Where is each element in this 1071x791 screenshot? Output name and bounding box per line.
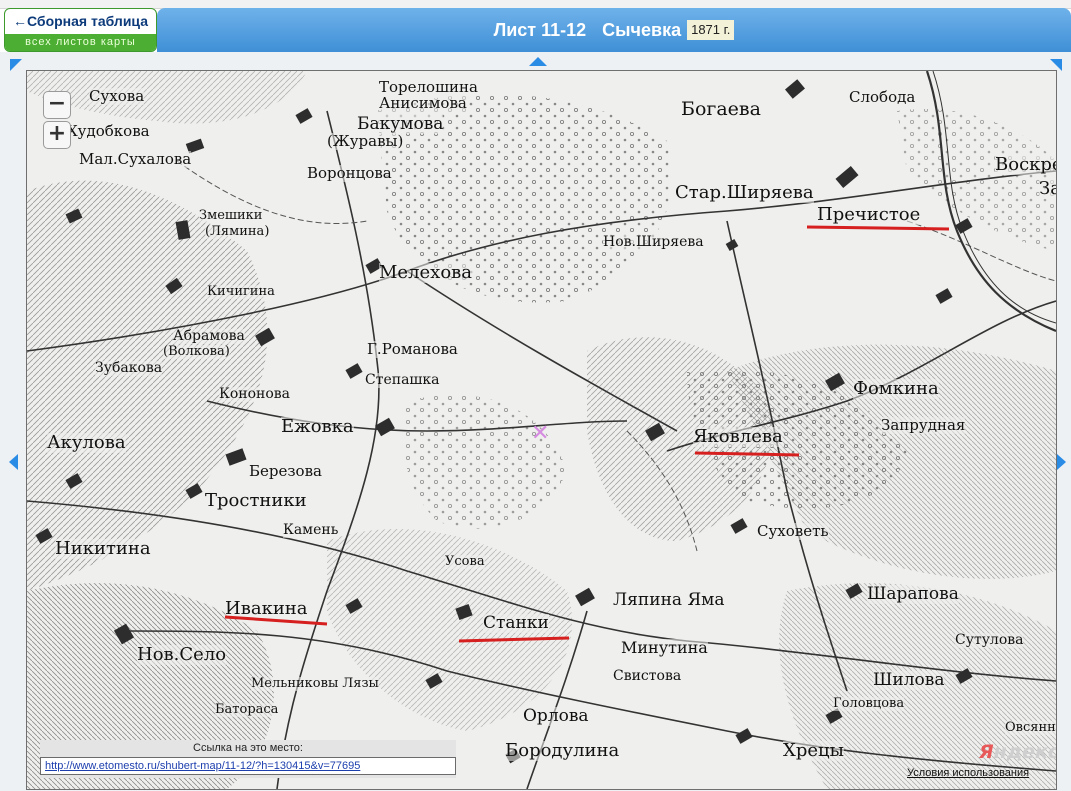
underline-prechistoe (806, 225, 950, 231)
underline-ivakina (224, 615, 328, 626)
underline-yakovleva (694, 451, 800, 457)
permalink-panel: Ссылка на это место: http://www.etomesto… (40, 740, 456, 778)
historical-map-viewport[interactable]: Торелошина Анисимова Бакумова (Журавы) Сухов… (26, 70, 1057, 790)
summary-table-label: ←Сборная таблица (13, 13, 148, 29)
summary-table-sublabel: всех листов карты (5, 34, 156, 51)
permalink-url-field[interactable]: http://www.etomesto.ru/shubert-map/11-12… (40, 757, 456, 775)
underline-stanki (458, 636, 570, 643)
permalink-label: Ссылка на это место: (193, 742, 303, 754)
sheet-header: Лист 11-12 Сычевка 1871 г. (157, 8, 1071, 52)
pan-west-arrow-icon[interactable] (9, 454, 18, 470)
pan-north-arrow-icon[interactable] (529, 57, 547, 66)
location-marker-icon: ✕ (531, 421, 550, 446)
yandex-logo: Яндекс (979, 741, 1057, 763)
sheet-place: Сычевка (602, 20, 682, 40)
summary-table-button[interactable]: ←Сборная таблица всех листов карты (4, 8, 157, 52)
sheet-year-badge: 1871 г. (687, 20, 735, 40)
pan-northwest-arrow-icon[interactable] (10, 59, 22, 71)
zoom-in-button[interactable]: + (43, 121, 71, 149)
zoom-out-button[interactable]: − (43, 91, 71, 119)
sheet-number: Лист 11-12 (493, 20, 587, 40)
pan-east-arrow-icon[interactable] (1057, 454, 1066, 470)
sheet-title: Лист 11-12 Сычевка 1871 г. (157, 8, 1071, 52)
terms-of-use-link[interactable]: Условия использования (907, 767, 1029, 779)
